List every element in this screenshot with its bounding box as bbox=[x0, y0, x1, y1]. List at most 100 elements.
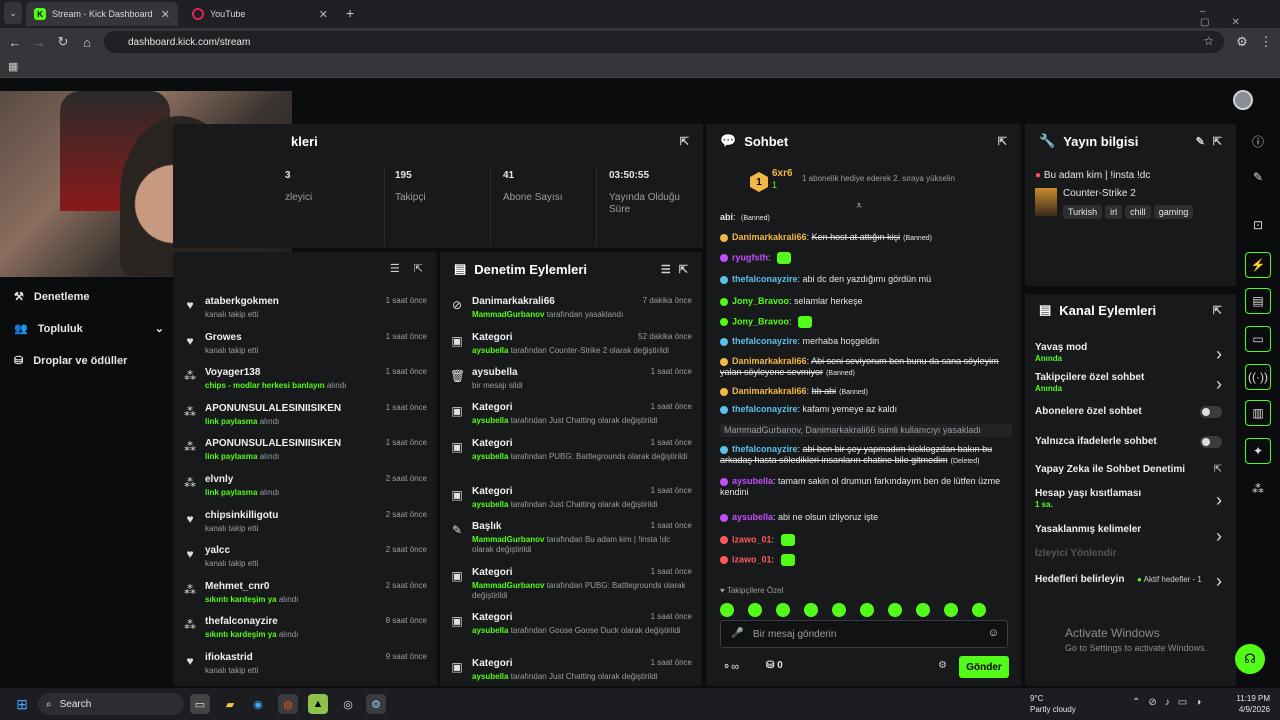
task-view-icon[interactable]: ▭ bbox=[190, 694, 210, 714]
sidebar-item-label: Denetleme bbox=[33, 290, 90, 303]
emote-icon[interactable] bbox=[972, 602, 986, 617]
stat-label: Takipçi bbox=[395, 192, 426, 203]
sidebar-item-community[interactable]: 👥 Topluluk ⌄ bbox=[14, 322, 164, 336]
weather-widget[interactable]: 9°C Partly cloudy bbox=[1030, 693, 1076, 715]
emote-icon[interactable] bbox=[832, 602, 846, 617]
emoji-icon[interactable]: ☺ bbox=[988, 627, 999, 639]
toggle-switch[interactable] bbox=[1200, 436, 1222, 448]
tab-kick-dashboard[interactable]: K Stream - Kick Dashboard ✕ bbox=[26, 2, 178, 26]
popout-icon[interactable]: ⇱ bbox=[1213, 304, 1222, 317]
chat-input[interactable]: 🎤 Bir mesaj gönderin ☺ bbox=[720, 620, 1008, 648]
app-icon[interactable]: ▲ bbox=[308, 694, 328, 714]
edge-icon[interactable]: ◉ bbox=[248, 694, 268, 714]
emote-bar[interactable] bbox=[720, 602, 1010, 618]
tab-youtube[interactable]: YouTube ✕ bbox=[184, 2, 336, 26]
popout-icon[interactable]: ⇱ bbox=[679, 263, 688, 276]
filter-icon[interactable]: ☰ bbox=[661, 263, 671, 276]
steam-icon[interactable]: ⚙ bbox=[366, 694, 386, 714]
mic-icon[interactable]: 🎤 bbox=[731, 628, 743, 639]
channel-action-4[interactable]: Yalnızca ifadelerle sohbet bbox=[1025, 436, 1236, 464]
channel-points[interactable]: ⛁ 0 bbox=[766, 660, 783, 671]
taskbar-search[interactable]: ⌕ Search bbox=[38, 693, 184, 715]
moderation-action-icon: 🗑 bbox=[450, 369, 466, 383]
toggle-switch[interactable] bbox=[1200, 406, 1222, 418]
chrome-icon[interactable]: ◍ bbox=[278, 694, 298, 714]
channel-action-3[interactable]: Abonelere özel sohbet bbox=[1025, 406, 1236, 434]
category-name[interactable]: Counter-Strike 2 bbox=[1063, 188, 1136, 199]
chat-username: thefalconayzire bbox=[732, 336, 798, 346]
edit-icon[interactable]: ✎ bbox=[1196, 135, 1205, 148]
chat-message: aysubella: tamam sakin ol drumun farkınd… bbox=[720, 476, 1012, 498]
moderation-description: aysubella tarafından Just Chatting olara… bbox=[472, 500, 692, 510]
popout-icon[interactable]: ⇱ bbox=[1213, 135, 1222, 148]
emote-icon[interactable] bbox=[804, 602, 818, 617]
menu-icon[interactable]: ⋮ bbox=[1254, 30, 1278, 54]
broadcast-icon[interactable]: ((·)) bbox=[1245, 364, 1271, 390]
stat-label: Yayında Olduğu Süre bbox=[609, 192, 680, 215]
emote-icon bbox=[780, 554, 795, 566]
back-icon[interactable]: ← bbox=[3, 30, 27, 54]
stream-title: ● Bu adam kim | !insta !dc bbox=[1035, 170, 1150, 181]
tools-icon[interactable]: ✦ bbox=[1245, 438, 1271, 464]
popout-icon[interactable]: ⇱ bbox=[414, 262, 423, 275]
sidebar-item-label: Topluluk bbox=[37, 322, 83, 335]
avatar[interactable] bbox=[1233, 90, 1253, 110]
clock[interactable]: 11:19 PM 4/9/2026 bbox=[1232, 693, 1270, 715]
tab-search-button[interactable]: ⌄ bbox=[4, 2, 22, 24]
list-item: ▣ Kategori aysubella tarafından PUBG: Batt… bbox=[440, 434, 702, 480]
moderation-target: Kategori bbox=[472, 658, 513, 669]
gift-leaderboard[interactable]: 1 6xr6 1 1 abonelik hediye ederek 2. sır… bbox=[750, 168, 1010, 198]
clipboard-icon[interactable]: ▤ bbox=[1245, 288, 1271, 314]
support-headset-icon[interactable]: ☊ bbox=[1235, 644, 1265, 674]
emote-icon[interactable] bbox=[916, 602, 930, 617]
emote-icon[interactable] bbox=[944, 602, 958, 617]
moderation-time: 1 saat önce bbox=[650, 438, 692, 447]
extensions-icon[interactable]: ⚙ bbox=[1230, 30, 1254, 54]
capture-icon[interactable]: ⊡ bbox=[1245, 212, 1271, 238]
popout-icon[interactable]: ⇱ bbox=[680, 135, 689, 148]
close-tab-icon[interactable]: ✕ bbox=[319, 8, 328, 21]
chat-settings-icon[interactable]: ⚙ bbox=[938, 660, 947, 671]
quick-action-icon[interactable]: ⚡ bbox=[1245, 252, 1271, 278]
window-controls[interactable]: –▢✕ bbox=[1200, 6, 1280, 28]
send-button[interactable]: Gönder bbox=[959, 656, 1009, 678]
system-tray-icons[interactable]: ⌃⊘♪▭◑ bbox=[1132, 697, 1209, 708]
new-tab-icon[interactable]: + bbox=[346, 5, 354, 21]
moderation-time: 7 dakika önce bbox=[642, 296, 692, 305]
chat-username: thefalconayzire bbox=[732, 404, 798, 414]
sidebar-item-moderation[interactable]: ⚒ Denetleme bbox=[14, 290, 90, 304]
channel-action-9[interactable]: Hedefleri belirleyin ● Aktif hedefler - 1… bbox=[1025, 571, 1236, 602]
emote-icon[interactable] bbox=[888, 602, 902, 617]
address-bar[interactable]: dashboard.kick.com/stream ☆ bbox=[104, 31, 1224, 53]
chat-colon: : bbox=[771, 554, 777, 565]
tag-list: Turkish irl chill gaming bbox=[1063, 204, 1235, 219]
file-explorer-icon[interactable]: ▰ bbox=[220, 694, 240, 714]
emote-icon[interactable] bbox=[776, 602, 790, 617]
emote-icon[interactable] bbox=[860, 602, 874, 617]
more-icon[interactable]: ⁂ bbox=[1245, 476, 1271, 502]
bookmark-star-icon[interactable]: ☆ bbox=[1203, 34, 1214, 48]
forward-icon[interactable]: → bbox=[27, 30, 51, 54]
filter-icon[interactable]: ☰ bbox=[390, 262, 400, 275]
obs-icon[interactable]: ◎ bbox=[338, 694, 358, 714]
home-icon[interactable]: ⌂ bbox=[75, 30, 99, 54]
close-tab-icon[interactable]: ✕ bbox=[161, 8, 170, 21]
channel-action-2[interactable]: Takipçilere özel sohbet Anında › bbox=[1025, 372, 1236, 400]
moderation-text: tarafından Just Chatting olarak değiştir… bbox=[508, 416, 658, 425]
popout-icon[interactable]: ⇱ bbox=[998, 135, 1007, 148]
info-icon[interactable]: ⓘ bbox=[1245, 128, 1271, 154]
chat-message: MammadGurbanov, Danimarkakrali66 isimli … bbox=[720, 424, 1012, 437]
emote-icon[interactable] bbox=[720, 602, 734, 617]
chat-text: bb abi bbox=[811, 386, 837, 396]
reload-icon[interactable]: ↻ bbox=[51, 30, 75, 54]
storage-icon[interactable]: ▥ bbox=[1245, 400, 1271, 426]
chat-icon[interactable]: ▭ bbox=[1245, 326, 1271, 352]
edit-icon[interactable]: ✎ bbox=[1245, 164, 1271, 190]
channel-action-1[interactable]: Yavaş mod Anında › bbox=[1025, 342, 1236, 370]
apps-grid-icon[interactable]: ▦ bbox=[8, 60, 18, 73]
sidebar-item-drops[interactable]: ⛁ Droplar ve ödüller bbox=[14, 354, 127, 368]
windows-start-icon[interactable]: ⊞ bbox=[12, 694, 32, 714]
emote-icon[interactable] bbox=[748, 602, 762, 617]
channel-action-6[interactable]: Hesap yaşı kısıtlaması 1 sa. › bbox=[1025, 488, 1236, 516]
mod-tools-icon[interactable]: ⚬∞ bbox=[722, 660, 739, 673]
